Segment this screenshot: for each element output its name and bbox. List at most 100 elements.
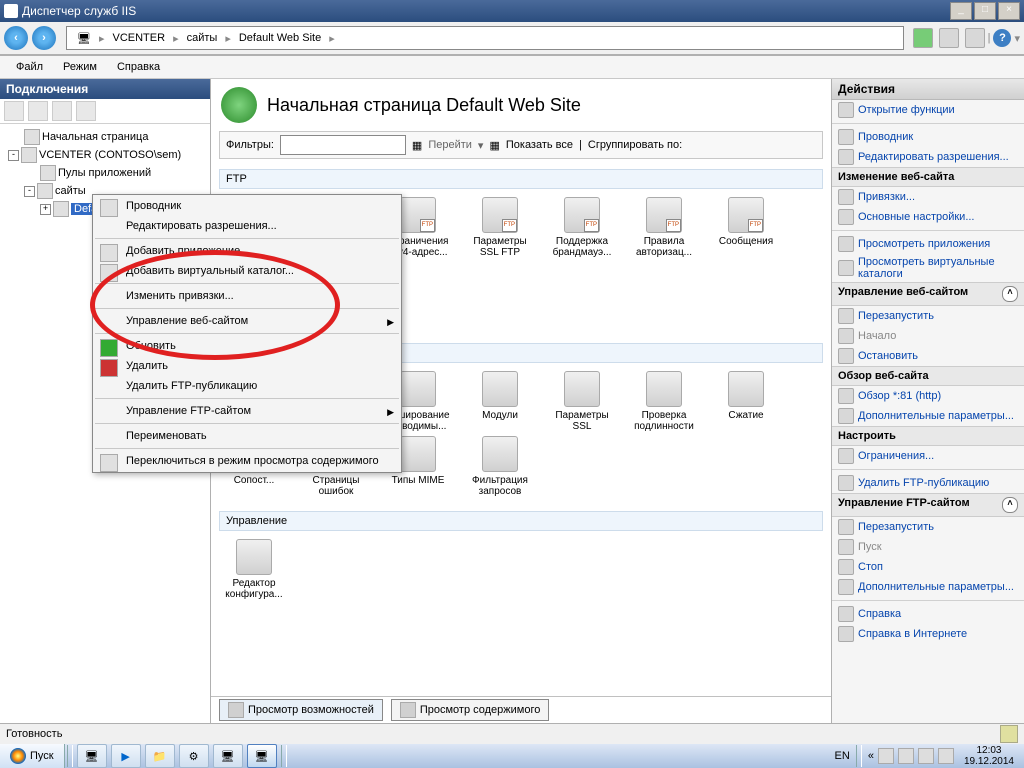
action-section-header: Управление веб-сайтом˄	[832, 282, 1024, 306]
features-tab[interactable]: Просмотр возможностей	[219, 699, 383, 721]
taskbar-iis-icon[interactable]: 🖥	[247, 744, 277, 768]
group-mgmt[interactable]: Управление	[219, 511, 823, 531]
go-button[interactable]: Перейти	[428, 139, 472, 151]
action-link[interactable]: Справка	[832, 604, 1024, 624]
context-menu-item[interactable]: Проводник	[94, 196, 400, 216]
context-menu-item[interactable]: Добавить приложение...	[94, 241, 400, 261]
context-menu-item[interactable]: Редактировать разрешения...	[94, 216, 400, 236]
context-menu-item[interactable]: Удалить	[94, 356, 400, 376]
help-icon[interactable]: ?	[993, 29, 1011, 47]
taskbar-icon[interactable]: ▶	[111, 744, 141, 768]
action-link[interactable]: Редактировать разрешения...	[832, 147, 1024, 167]
action-link[interactable]: Дополнительные параметры...	[832, 577, 1024, 597]
menu-file[interactable]: Файл	[6, 61, 53, 73]
show-all-button[interactable]: Показать все	[506, 139, 573, 151]
group-ftp[interactable]: FTP	[219, 169, 823, 189]
collapse-icon[interactable]: ˄	[1002, 497, 1018, 513]
filter-input[interactable]	[280, 135, 406, 155]
breadcrumb[interactable]: 🖥▸ VCENTER▸ сайты▸ Default Web Site▸	[66, 26, 904, 50]
feature-label: Проверка подлинности	[629, 410, 699, 432]
close-button[interactable]: ×	[998, 2, 1020, 20]
tree-tool-icon[interactable]	[4, 101, 24, 121]
context-menu-item[interactable]: Управление веб-сайтом▶	[94, 311, 400, 331]
action-icon	[838, 408, 854, 424]
taskbar-icon[interactable]: 🖥	[213, 744, 243, 768]
filter-go-icon[interactable]: ▦	[412, 139, 422, 152]
action-link[interactable]: Обзор *:81 (http)	[832, 386, 1024, 406]
minimize-button[interactable]: _	[950, 2, 972, 20]
feature-label: Типы MIME	[383, 475, 453, 486]
context-menu-item[interactable]: Добавить виртуальный каталог...	[94, 261, 400, 281]
stop-icon[interactable]	[939, 28, 959, 48]
feature-icon	[564, 371, 600, 407]
action-link[interactable]: Стоп	[832, 557, 1024, 577]
tray-icon[interactable]	[918, 748, 934, 764]
feature-item[interactable]: Параметры SSL	[547, 371, 617, 432]
tree-tool-icon[interactable]	[76, 101, 96, 121]
system-tray: EN « 12:0319.12.2014	[831, 745, 1024, 767]
context-menu-item[interactable]: Обновить	[94, 336, 400, 356]
context-menu-item[interactable]: Переключиться в режим просмотра содержим…	[94, 451, 400, 471]
feature-item[interactable]: Сжатие	[711, 371, 781, 432]
action-link[interactable]: Дополнительные параметры...	[832, 406, 1024, 426]
config-icon[interactable]	[1000, 725, 1018, 743]
feature-item[interactable]: Модули	[465, 371, 535, 432]
clock[interactable]: 12:0319.12.2014	[958, 745, 1020, 767]
features-icon	[228, 702, 244, 718]
action-link[interactable]: Просмотреть приложения	[832, 234, 1024, 254]
menu-view[interactable]: Режим	[53, 61, 107, 73]
action-link[interactable]: Основные настройки...	[832, 207, 1024, 227]
taskbar-icon[interactable]: 🖥	[77, 744, 107, 768]
forward-button[interactable]: ›	[32, 26, 56, 50]
home-icon[interactable]	[965, 28, 985, 48]
feature-item[interactable]: Редактор конфигура...	[219, 539, 289, 600]
content-tab[interactable]: Просмотр содержимого	[391, 699, 550, 721]
feature-item[interactable]: Фильтрация запросов	[465, 436, 535, 497]
collapse-icon[interactable]: ˄	[1002, 286, 1018, 302]
tray-chevron-icon[interactable]: «	[868, 750, 874, 762]
breadcrumb-item[interactable]: Default Web Site	[233, 32, 327, 44]
tray-icon[interactable]	[878, 748, 894, 764]
site-icon	[221, 87, 257, 123]
action-link[interactable]: Проводник	[832, 127, 1024, 147]
feature-item[interactable]: Проверка подлинности	[629, 371, 699, 432]
action-icon	[838, 579, 854, 595]
action-link[interactable]: Ограничения...	[832, 446, 1024, 466]
breadcrumb-item[interactable]: VCENTER	[107, 32, 172, 44]
tray-icon[interactable]	[898, 748, 914, 764]
taskbar-icon[interactable]: ⚙	[179, 744, 209, 768]
feature-item[interactable]: FTPПоддержка брандмауэ...	[547, 197, 617, 258]
action-link[interactable]: Удалить FTP-публикацию	[832, 473, 1024, 493]
refresh-icon[interactable]	[913, 28, 933, 48]
showall-icon[interactable]: ▦	[489, 139, 499, 152]
action-link[interactable]: Привязки...	[832, 187, 1024, 207]
tree-node[interactable]: Пулы приложений	[4, 164, 206, 182]
action-link[interactable]: Справка в Интернете	[832, 624, 1024, 644]
action-link[interactable]: Перезапустить	[832, 306, 1024, 326]
action-link[interactable]: Просмотреть виртуальные каталоги	[832, 254, 1024, 282]
tree-tool-icon[interactable]	[52, 101, 72, 121]
action-link[interactable]: Открытие функции	[832, 100, 1024, 120]
feature-item[interactable]: FTPПравила авторизац...	[629, 197, 699, 258]
tray-icon[interactable]	[938, 748, 954, 764]
context-menu-item[interactable]: Управление FTP-сайтом▶	[94, 401, 400, 421]
feature-item[interactable]: FTPПараметры SSL FTP	[465, 197, 535, 258]
back-button[interactable]: ‹	[4, 26, 28, 50]
breadcrumb-item[interactable]: сайты	[181, 32, 224, 44]
start-button[interactable]: Пуск	[0, 743, 65, 768]
action-link[interactable]: Перезапустить	[832, 517, 1024, 537]
tree-node[interactable]: Начальная страница	[4, 128, 206, 146]
context-menu-item[interactable]: Переименовать	[94, 426, 400, 446]
menu-help[interactable]: Справка	[107, 61, 170, 73]
taskbar-icon[interactable]: 📁	[145, 744, 175, 768]
feature-label: Модули	[465, 410, 535, 421]
feature-item[interactable]: FTPСообщения	[711, 197, 781, 258]
context-menu-item[interactable]: Изменить привязки...	[94, 286, 400, 306]
action-link[interactable]: Остановить	[832, 346, 1024, 366]
tree-node[interactable]: -VCENTER (CONTOSO\sem)	[4, 146, 206, 164]
context-menu-item[interactable]: Удалить FTP-публикацию	[94, 376, 400, 396]
language-indicator[interactable]: EN	[835, 750, 850, 762]
maximize-button[interactable]: □	[974, 2, 996, 20]
tree-tool-icon[interactable]	[28, 101, 48, 121]
feature-icon: FTP	[482, 197, 518, 233]
